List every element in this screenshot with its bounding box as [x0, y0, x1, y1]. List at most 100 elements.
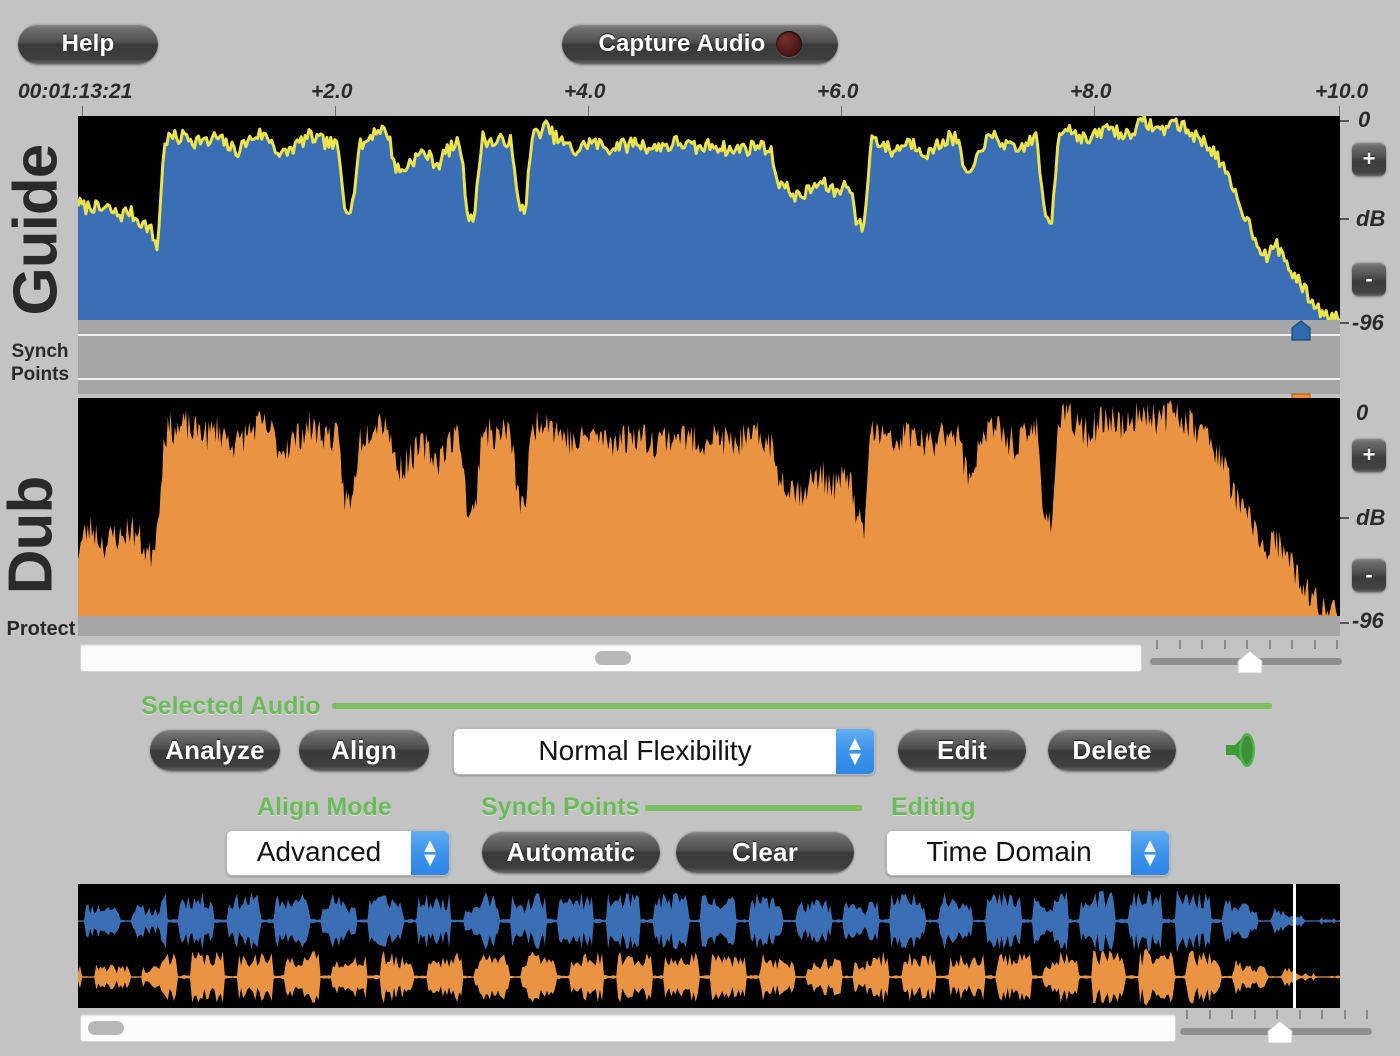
synch-points-band[interactable]	[78, 336, 1340, 378]
zoom-slider-tick	[1224, 640, 1226, 649]
guide-zoom-in-button[interactable]: +	[1352, 142, 1386, 176]
ruler-tick-mark	[82, 106, 83, 116]
synch-points-label-line2: Points	[0, 363, 80, 386]
zoom-slider-tick	[1314, 640, 1316, 649]
dub-track-label: Dub	[0, 471, 67, 601]
scrollbar-thumb[interactable]	[88, 1021, 124, 1035]
ruler-tick-label-8: +8.0	[1070, 80, 1111, 104]
capture-audio-button[interactable]: Capture Audio	[562, 24, 838, 64]
scale-tick	[1340, 322, 1349, 324]
dub-scale-unit-label: dB	[1356, 505, 1385, 531]
guide-waveform-panel[interactable]	[78, 116, 1340, 320]
synch-points-clear-button[interactable]: Clear	[676, 831, 854, 873]
align-mode-select[interactable]: Advanced ▲▼	[226, 830, 450, 876]
editing-select[interactable]: Time Domain ▲▼	[886, 830, 1170, 876]
ruler-tick-mark	[588, 106, 589, 116]
edit-button-label: Edit	[937, 735, 987, 766]
chevron-updown-icon[interactable]: ▲▼	[1131, 831, 1169, 875]
dub-waveform-panel[interactable]	[78, 398, 1340, 616]
zoom-slider-tick	[1209, 1010, 1211, 1019]
synch-points-rule	[645, 805, 862, 811]
ruler-tick-label-10: +10.0	[1315, 80, 1368, 104]
guide-track-label: Guide	[1, 156, 72, 316]
dub-zoom-out-button[interactable]: -	[1352, 558, 1386, 592]
selected-audio-section-label: Selected Audio	[141, 692, 321, 721]
help-button[interactable]: Help	[18, 24, 158, 64]
capture-audio-label: Capture Audio	[598, 30, 765, 58]
synch-points-label-line1: Synch	[0, 340, 80, 363]
protect-track-label: Protect	[2, 618, 80, 641]
synch-points-clear-label: Clear	[732, 837, 798, 868]
synch-points-automatic-button[interactable]: Automatic	[482, 831, 660, 873]
zoom-slider-tick	[1246, 640, 1248, 649]
zoom-slider-tick	[1179, 640, 1181, 649]
scrollbar-thumb[interactable]	[595, 651, 631, 665]
scale-tick	[1340, 622, 1349, 624]
ruler-tick-mark	[335, 106, 336, 116]
zoom-slider-tick	[1366, 1010, 1368, 1019]
dub-scale-top-label: 0	[1356, 400, 1368, 426]
zoom-slider-tick	[1254, 1010, 1256, 1019]
zoom-slider-tick	[1336, 640, 1338, 649]
ruler-tick-mark	[1339, 106, 1340, 116]
synch-points-track-label: Synch Points	[0, 340, 80, 386]
zoom-slider-tick	[1186, 1010, 1188, 1019]
synch-points-section-label: Synch Points	[481, 793, 639, 822]
ruler-tick-mark	[1094, 106, 1095, 116]
flexibility-select[interactable]: Normal Flexibility ▲▼	[453, 728, 875, 775]
zoom-slider-tick	[1269, 640, 1271, 649]
waveform-zoom-slider[interactable]	[1150, 640, 1342, 672]
ruler-start-timecode: 00:01:13:21	[18, 80, 132, 104]
delete-button-label: Delete	[1072, 735, 1151, 766]
ruler-tick-mark	[841, 106, 842, 116]
speaker-icon[interactable]	[1218, 726, 1266, 774]
align-button-label: Align	[331, 735, 397, 766]
timeline-ruler[interactable]: 00:01:13:21 +2.0 +4.0 +6.0 +8.0 +10.0	[0, 80, 1400, 116]
guide-base-strip	[78, 320, 1340, 334]
protect-band[interactable]	[78, 616, 1340, 636]
overview-zoom-slider[interactable]	[1180, 1010, 1372, 1042]
application-window: Help Capture Audio 00:01:13:21 +2.0 +4.0…	[0, 0, 1400, 1056]
ruler-tick-label-4: +4.0	[564, 80, 605, 104]
scale-tick	[1340, 120, 1349, 122]
delete-button[interactable]: Delete	[1048, 729, 1176, 771]
zoom-slider-tick	[1344, 1010, 1346, 1019]
overview-waveform-panel[interactable]	[78, 884, 1340, 1008]
help-button-label: Help	[62, 30, 115, 58]
zoom-slider-tick	[1231, 1010, 1233, 1019]
dub-waveform-plot	[78, 398, 1340, 616]
selected-audio-rule	[332, 703, 1272, 709]
zoom-slider-tick	[1299, 1010, 1301, 1019]
guide-waveform-plot	[78, 116, 1340, 320]
align-mode-select-value: Advanced	[227, 836, 411, 870]
editing-select-value: Time Domain	[887, 836, 1131, 870]
dub-scale-bottom-label: -96	[1352, 608, 1384, 634]
dub-zoom-in-button[interactable]: +	[1352, 438, 1386, 472]
zoom-slider-tick	[1321, 1010, 1323, 1019]
ruler-tick-label-6: +6.0	[817, 80, 858, 104]
dub-zoom-in-label: +	[1363, 442, 1376, 468]
chevron-updown-icon[interactable]: ▲▼	[411, 831, 449, 875]
ruler-tick-label-2: +2.0	[311, 80, 352, 104]
zoom-slider-tick	[1156, 640, 1158, 649]
dub-zoom-out-label: -	[1365, 562, 1372, 588]
guide-zoom-in-label: +	[1363, 146, 1376, 172]
edit-button[interactable]: Edit	[898, 729, 1026, 771]
scale-tick	[1340, 218, 1349, 220]
chevron-updown-icon[interactable]: ▲▼	[836, 729, 874, 774]
align-mode-section-label: Align Mode	[257, 793, 392, 822]
zoom-slider-thumb[interactable]	[1237, 650, 1263, 674]
guide-zoom-out-button[interactable]: -	[1352, 262, 1386, 296]
guide-scale-top-label: 0	[1358, 107, 1370, 133]
flexibility-select-value: Normal Flexibility	[454, 735, 836, 769]
analyze-button-label: Analyze	[165, 735, 265, 766]
overview-horizontal-scrollbar[interactable]	[80, 1014, 1176, 1042]
align-button[interactable]: Align	[299, 729, 429, 771]
guide-scale-bottom-label: -96	[1352, 310, 1384, 336]
analyze-button[interactable]: Analyze	[150, 729, 280, 771]
playhead-marker[interactable]	[1293, 884, 1296, 1008]
zoom-slider-thumb[interactable]	[1267, 1020, 1293, 1044]
zoom-slider-tick	[1276, 1010, 1278, 1019]
waveform-horizontal-scrollbar[interactable]	[80, 644, 1142, 672]
synch-marker-guide[interactable]	[1290, 320, 1312, 342]
